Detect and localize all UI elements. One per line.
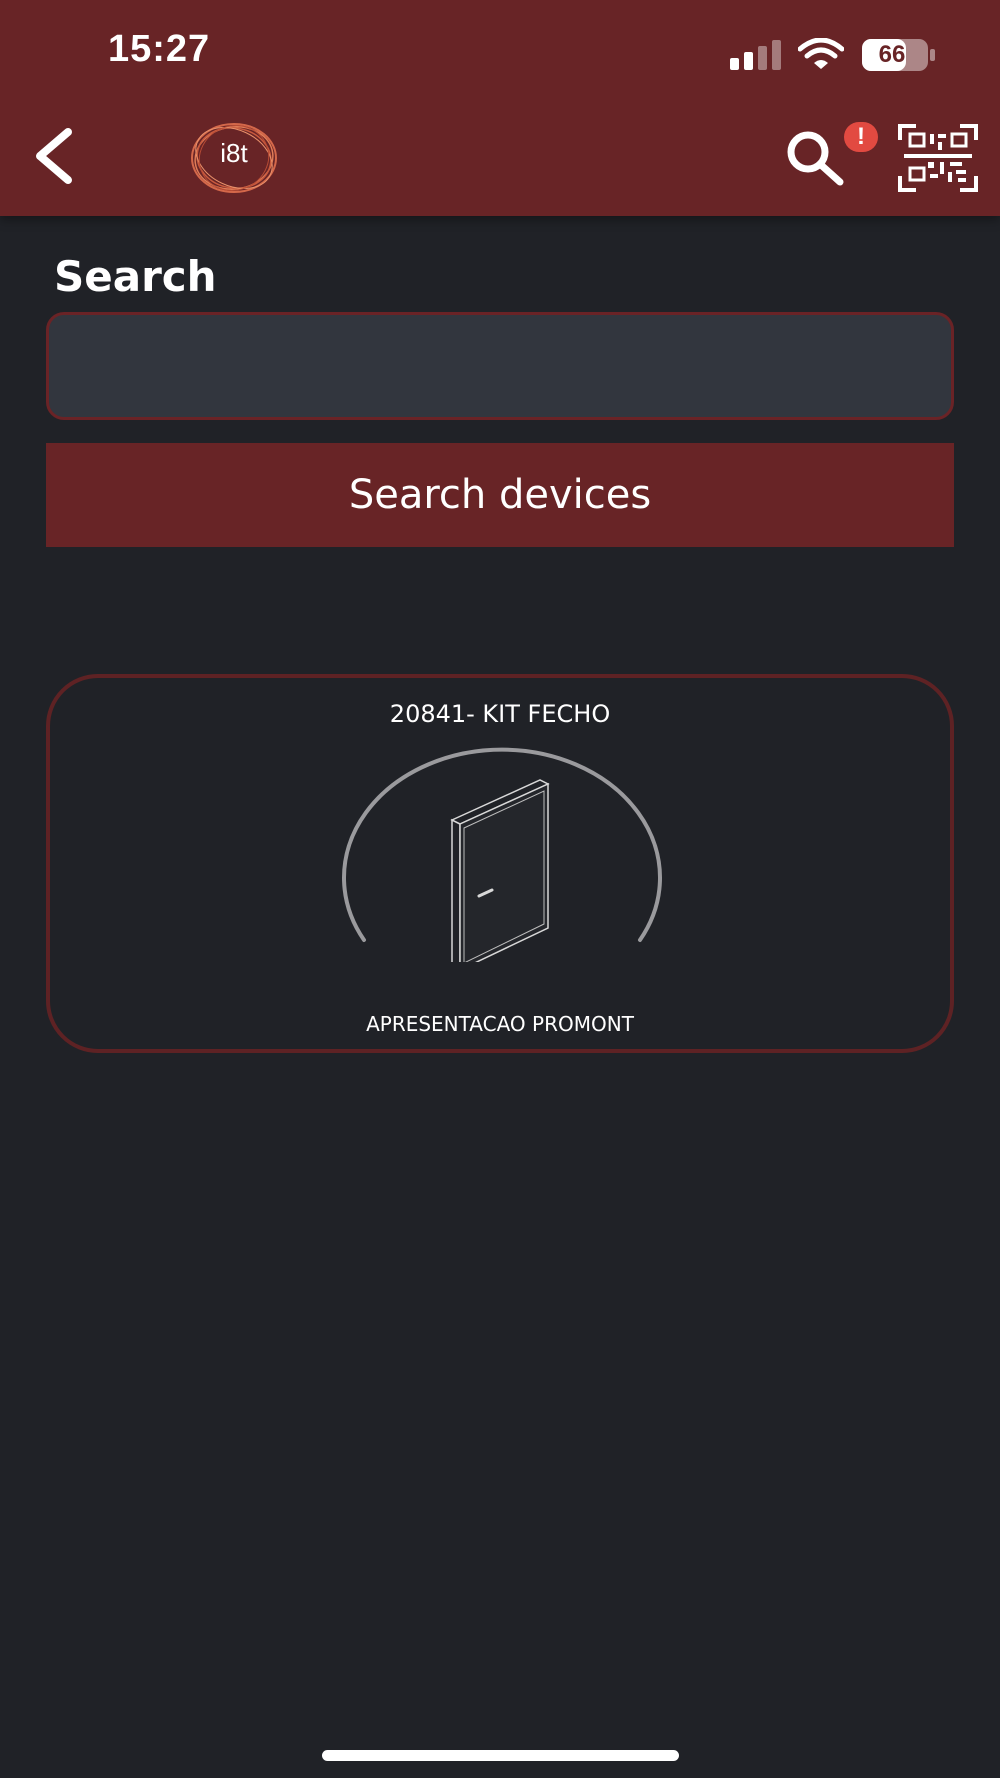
status-time: 15:27 [108, 28, 211, 70]
search-devices-button[interactable]: Search devices [46, 443, 954, 547]
alert-badge: ! [844, 122, 878, 152]
battery-level-text: 66 [878, 41, 906, 68]
back-arrow-icon[interactable] [28, 124, 80, 188]
wifi-icon [798, 38, 844, 69]
door-icon [342, 747, 662, 962]
device-title: 20841- KIT FECHO [389, 700, 611, 728]
device-card[interactable]: 20841- KIT FECHO APRESENTACAO PROMONT [46, 674, 954, 1053]
logo-text: i8t [220, 138, 248, 168]
cellular-signal-icon [730, 40, 781, 70]
app-screen: 15:27 66 i8t ! Search Search devices 208… [0, 0, 1000, 1778]
search-label: Search [54, 252, 217, 301]
device-subtitle: APRESENTACAO PROMONT [366, 1012, 634, 1036]
search-icon[interactable] [784, 128, 846, 190]
app-header: 15:27 66 i8t ! [0, 0, 1000, 216]
qr-code-icon[interactable] [898, 124, 978, 192]
search-input[interactable] [46, 312, 954, 420]
home-indicator[interactable] [322, 1750, 679, 1761]
